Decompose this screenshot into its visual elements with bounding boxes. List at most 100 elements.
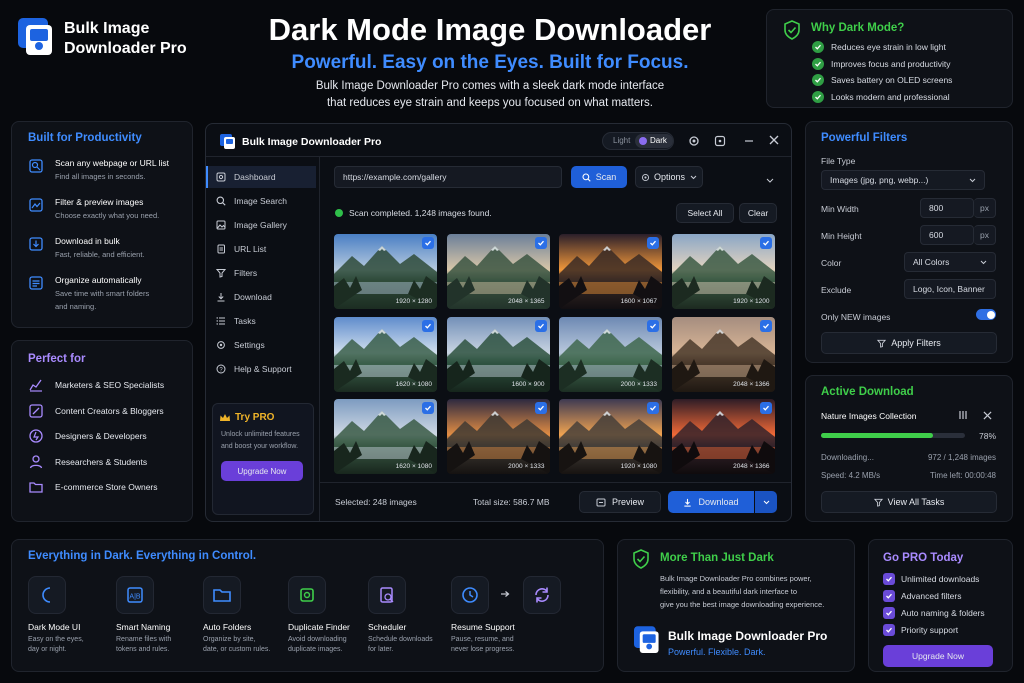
image-thumbnail[interactable]: 2048 × 1365: [446, 234, 550, 309]
filters-title: Powerful Filters: [821, 132, 908, 144]
selected-checkbox[interactable]: [534, 319, 547, 332]
image-icon: [216, 220, 226, 230]
image-thumbnail[interactable]: 1620 × 1080: [334, 316, 437, 392]
exclude-input[interactable]: Logo, Icon, Banner: [904, 279, 996, 299]
minimize-icon[interactable]: [744, 134, 754, 146]
url-input[interactable]: https://example.com/gallery: [334, 166, 562, 188]
why-item: Looks modern and professional: [831, 91, 950, 102]
color-select[interactable]: All Colors: [904, 252, 996, 272]
app-title: Bulk Image Downloader Pro: [242, 136, 382, 148]
shield-check-icon: [632, 549, 650, 572]
selected-checkbox[interactable]: [759, 402, 772, 414]
download-progress-track: [821, 433, 965, 438]
feature-desc: for later.: [368, 646, 394, 654]
apply-filters-button[interactable]: Apply Filters: [821, 332, 997, 354]
nav-settings[interactable]: Settings: [206, 334, 316, 356]
perfect-for-item: Marketers & SEO Specialists: [55, 380, 165, 390]
nav-dashboard[interactable]: Dashboard: [206, 166, 316, 188]
everything-card: Everything in Dark. Everything in Contro…: [11, 539, 604, 672]
clear-button[interactable]: Clear: [739, 203, 777, 223]
theme-toggle[interactable]: Light Dark: [602, 132, 674, 150]
selected-checkbox[interactable]: [534, 237, 547, 249]
scan-button[interactable]: Scan: [571, 166, 627, 188]
tag-icon: A|B: [116, 576, 154, 614]
nav-filters[interactable]: Filters: [206, 262, 316, 284]
only-new-label: Only NEW images: [821, 312, 891, 322]
cancel-download-icon[interactable]: [983, 411, 992, 423]
options-dropdown[interactable]: Options: [635, 166, 703, 188]
image-thumbnail[interactable]: 2000 × 1333: [446, 399, 550, 474]
feature-desc: Schedule downloads: [368, 636, 433, 643]
nav-download[interactable]: Download: [206, 286, 316, 308]
nav-image-search[interactable]: Image Search: [206, 190, 316, 212]
feature-title: Scheduler: [368, 622, 407, 632]
min-height-input[interactable]: 600: [920, 225, 974, 245]
only-new-toggle[interactable]: [976, 309, 996, 320]
nav-image-gallery[interactable]: Image Gallery: [206, 214, 316, 236]
feature-desc: Avoid downloading: [288, 636, 347, 643]
go-pro-upgrade-button[interactable]: Upgrade Now: [883, 645, 993, 667]
footer-divider: [320, 482, 791, 483]
file-type-select[interactable]: Images (jpg, png, webp...): [821, 170, 985, 190]
theme-dark-option[interactable]: Dark: [635, 134, 673, 148]
filter-icon: [216, 269, 226, 278]
preview-button[interactable]: Preview: [579, 491, 661, 513]
download-icon: [217, 293, 225, 302]
close-icon[interactable]: [769, 135, 779, 148]
image-thumbnail[interactable]: 1920 × 1080: [559, 399, 662, 474]
select-all-button[interactable]: Select All: [676, 203, 734, 223]
dashboard-icon: [216, 172, 226, 182]
feature-item: A|B Smart Naming Rename files with tokens a…: [116, 576, 188, 655]
chevron-down-icon[interactable]: [766, 175, 774, 186]
check-icon: [812, 41, 824, 53]
gear-icon[interactable]: [688, 135, 700, 150]
selected-checkbox[interactable]: [422, 319, 434, 332]
sidebar-upgrade-button[interactable]: Upgrade Now: [221, 461, 303, 481]
image-thumbnail[interactable]: 2000 × 1333: [559, 316, 662, 392]
selected-checkbox[interactable]: [759, 237, 772, 249]
selected-checkbox[interactable]: [647, 402, 659, 414]
app-logo-icon: [220, 134, 236, 153]
selected-checkbox[interactable]: [759, 319, 772, 332]
search-icon: [216, 196, 226, 206]
theme-light-option[interactable]: Light: [613, 136, 630, 145]
image-resolution: 1920 × 1280: [395, 298, 432, 305]
productivity-item-desc: Choose exactly what you need.: [55, 211, 160, 220]
image-thumbnail[interactable]: 1600 × 1067: [559, 234, 662, 309]
image-thumbnail[interactable]: 2048 × 1366: [671, 316, 775, 392]
download-count: 972 / 1,248 images: [927, 453, 996, 462]
image-thumbnail[interactable]: 1920 × 1280: [334, 234, 437, 309]
selected-checkbox[interactable]: [647, 319, 659, 332]
selected-checkbox[interactable]: [647, 237, 659, 249]
nav-url-list[interactable]: URL List: [206, 238, 316, 260]
image-thumbnail[interactable]: 1920 × 1200: [671, 234, 775, 309]
scan-status: Scan completed. 1,248 images found.: [349, 208, 492, 218]
feature-title: Smart Naming: [116, 622, 171, 632]
selected-checkbox[interactable]: [422, 402, 434, 414]
productivity-card: Built for Productivity Scan any webpage …: [11, 121, 193, 328]
refresh-icon: [523, 576, 561, 614]
pause-icon[interactable]: [958, 410, 968, 423]
image-thumbnail[interactable]: 1600 × 900: [446, 316, 550, 392]
download-options-chevron[interactable]: [755, 491, 777, 513]
organize-icon: [28, 275, 44, 294]
svg-text:A|B: A|B: [129, 594, 140, 601]
chart-icon: [28, 377, 44, 396]
notification-icon[interactable]: [714, 135, 726, 150]
selected-count: Selected: 248 images: [335, 497, 417, 507]
min-width-input[interactable]: 800: [920, 198, 974, 218]
document-icon: [217, 244, 225, 254]
gear-icon: [641, 173, 649, 181]
image-thumbnail[interactable]: 1620 × 1080: [334, 399, 437, 474]
view-all-tasks-button[interactable]: View All Tasks: [821, 491, 997, 513]
selected-checkbox[interactable]: [534, 402, 547, 414]
image-thumbnail[interactable]: 2048 × 1366: [671, 399, 775, 474]
selected-checkbox[interactable]: [422, 237, 434, 249]
check-icon: [883, 590, 895, 602]
feature-item: Resume Support Pause, resume, and never lo…: [451, 576, 523, 655]
download-button[interactable]: Download: [668, 491, 754, 513]
nav-help-support[interactable]: ? Help & Support: [206, 358, 316, 380]
more-title: More Than Just Dark: [660, 552, 774, 564]
nav-tasks[interactable]: Tasks: [206, 310, 316, 332]
feature-title: Duplicate Finder: [288, 622, 350, 632]
